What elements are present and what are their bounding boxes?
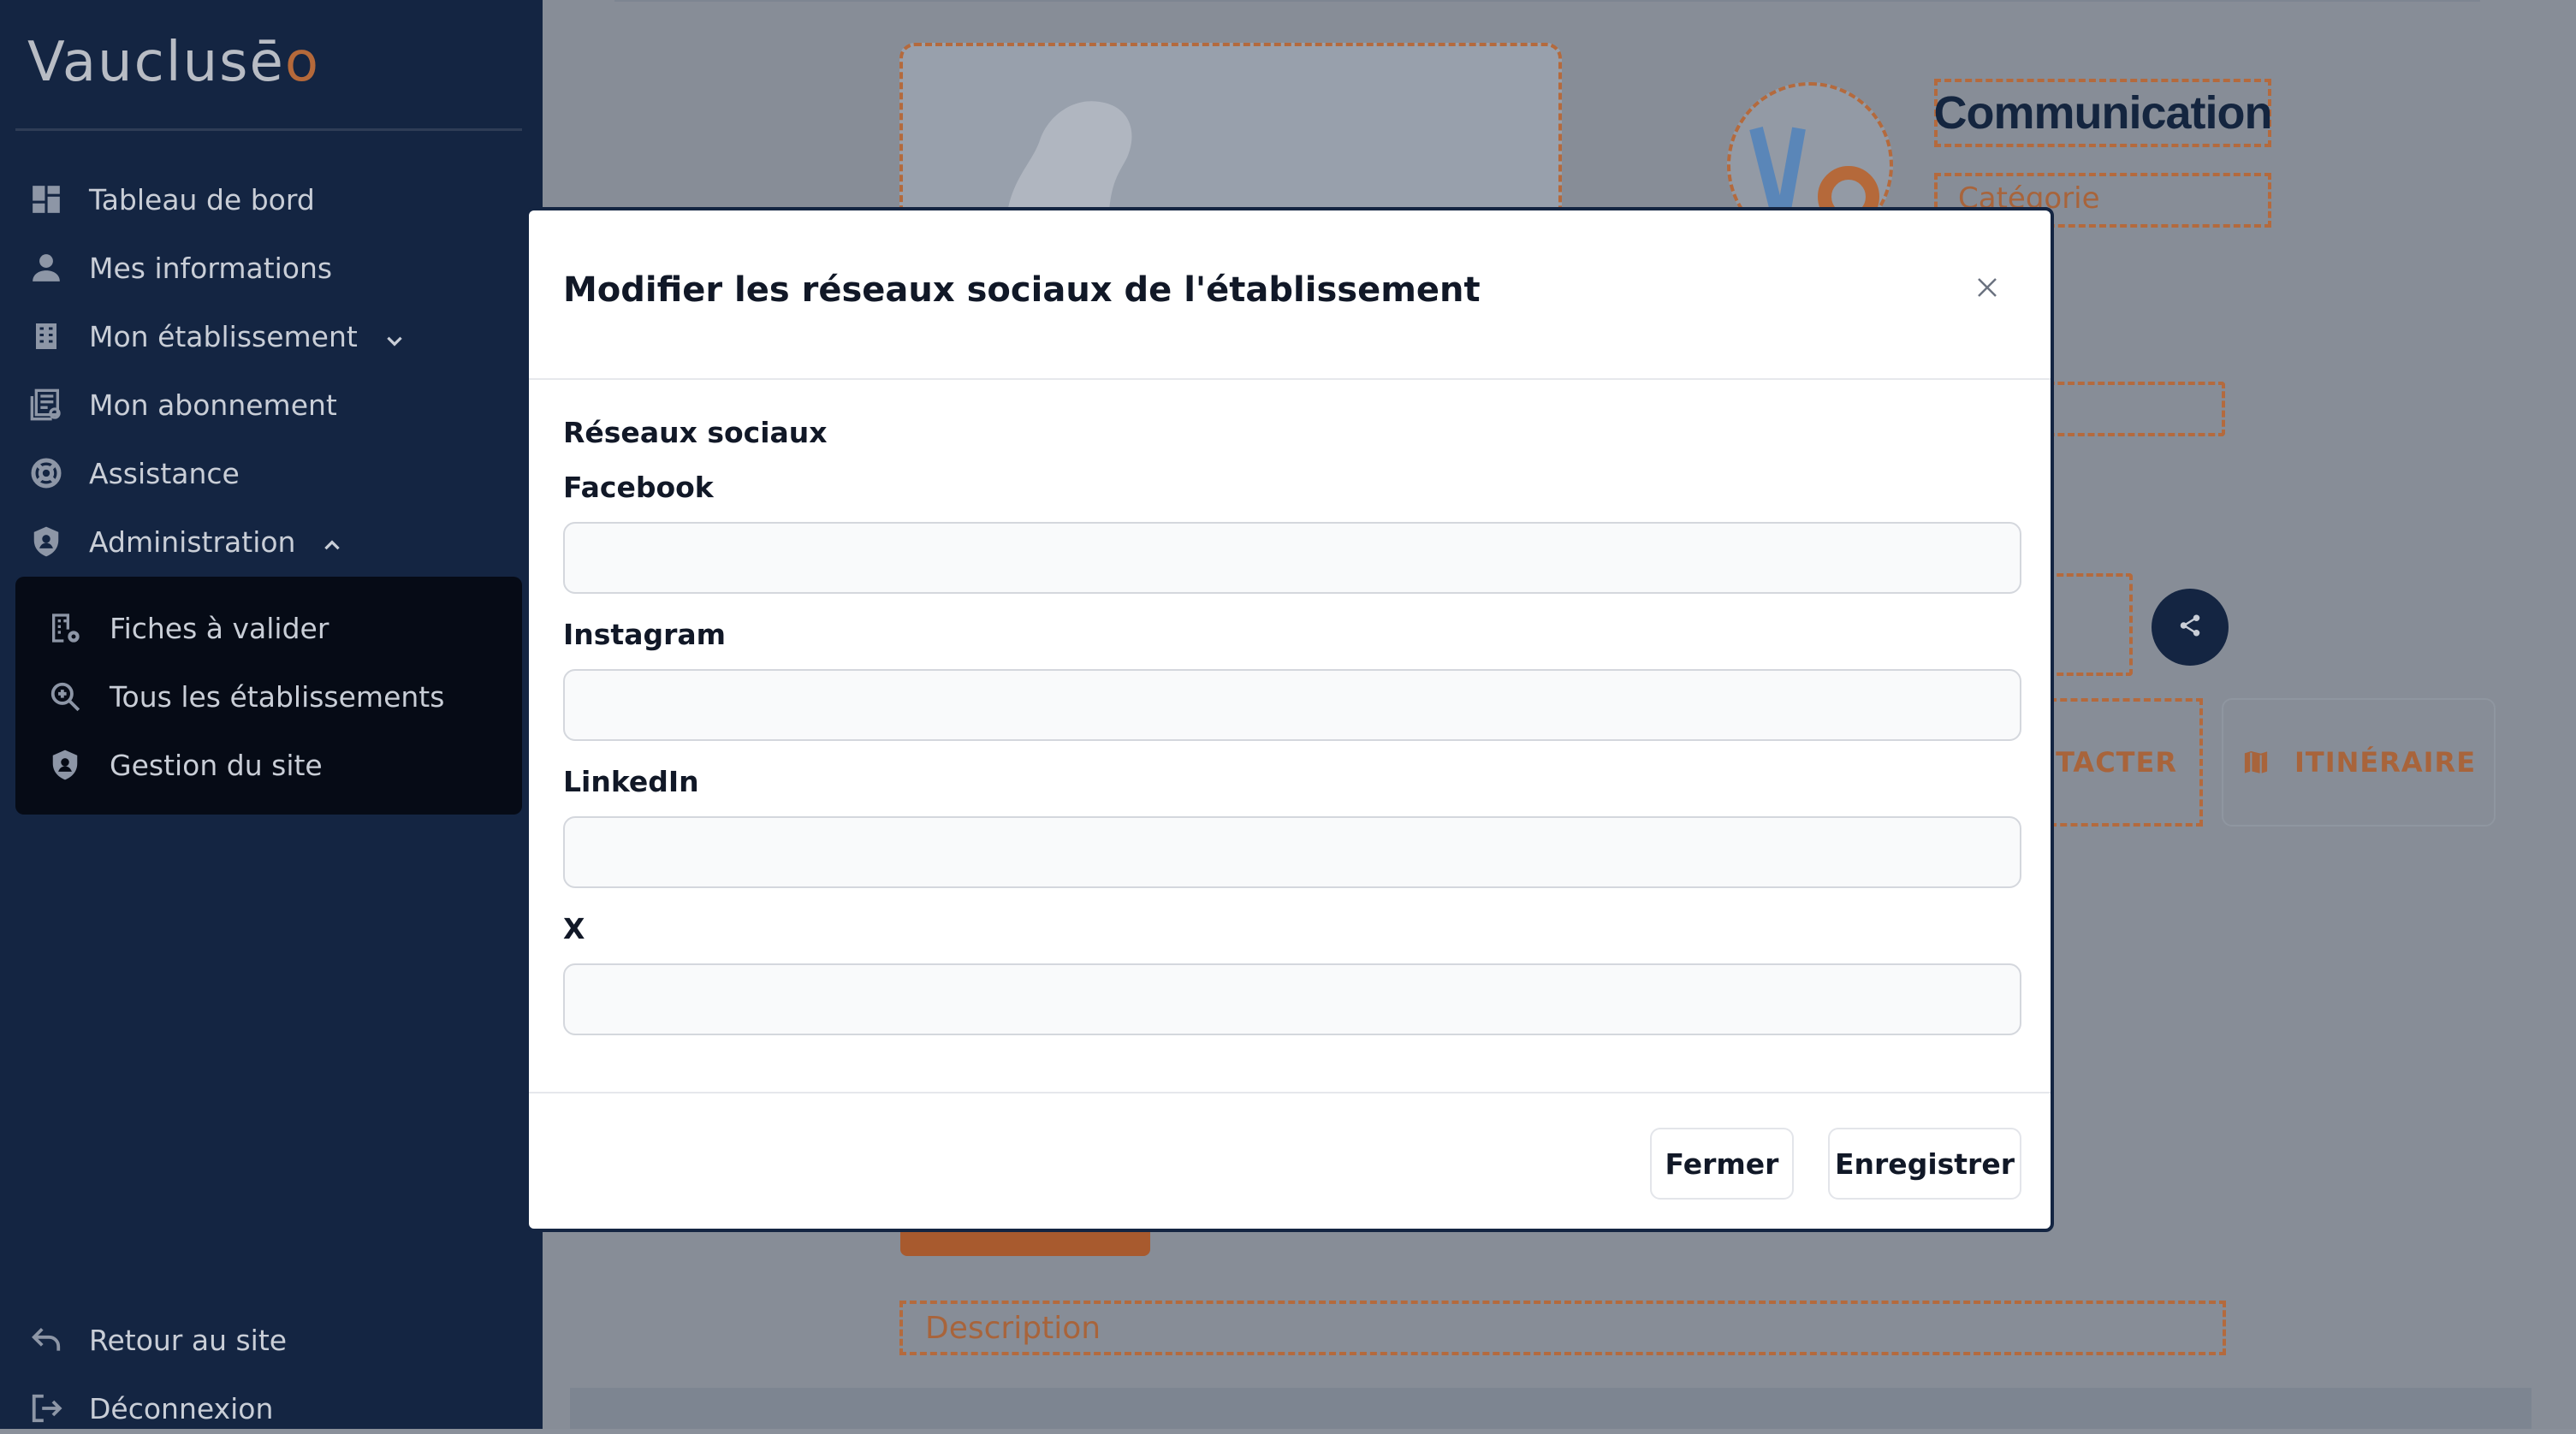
close-button[interactable]: Fermer [1650, 1128, 1794, 1200]
sidebar-item-all-establishments[interactable]: Tous les établissements [46, 671, 444, 722]
share-button[interactable] [2152, 589, 2229, 666]
sidebar-item-label: Gestion du site [110, 748, 323, 782]
modal-title: Modifier les réseaux sociaux de l'établi… [563, 270, 1481, 310]
modal-footer [529, 1092, 2051, 1229]
social-networks-modal: Modifier les réseaux sociaux de l'établi… [525, 207, 2054, 1232]
linkedin-label: LinkedIn [563, 765, 699, 798]
cover-image-placeholder [899, 43, 1562, 234]
logo-accent: o [284, 31, 320, 94]
search-icon [46, 678, 84, 715]
facebook-input[interactable] [563, 522, 2021, 594]
image-placeholder-icon [1006, 101, 1132, 234]
bottom-panel [570, 1388, 2531, 1429]
map-icon [2241, 748, 2270, 777]
sidebar-item-label: Assistance [89, 456, 240, 490]
establishment-name: Communication [1934, 79, 2273, 147]
sidebar: Vauclusē o Tableau de bord Mes informatio… [0, 0, 543, 1429]
brand-logo[interactable]: Vauclusē o [27, 26, 320, 94]
sidebar-item-label: Tous les établissements [110, 679, 445, 714]
close-icon [1974, 275, 2000, 304]
sidebar-item-label: Administration [89, 524, 296, 559]
x-label: X [563, 912, 585, 945]
sidebar-item-label: Déconnexion [89, 1391, 274, 1425]
instagram-label: Instagram [563, 618, 727, 651]
sidebar-divider [15, 128, 522, 131]
instagram-input[interactable] [563, 669, 2021, 741]
itinerary-button[interactable]: ITINÉRAIRE [2222, 698, 2496, 827]
share-icon [2177, 613, 2203, 642]
sidebar-item-assistance[interactable]: Assistance [27, 447, 240, 499]
logout-icon [27, 1390, 65, 1427]
sidebar-item-back-to-site[interactable]: Retour au site [27, 1314, 287, 1366]
modal-close-button[interactable] [1970, 272, 2004, 306]
chevron-down-icon[interactable] [383, 325, 406, 347]
building-gear-icon [46, 609, 84, 647]
sidebar-item-label: Mes informations [89, 251, 333, 285]
lifebuoy-icon [27, 454, 65, 492]
sidebar-item-profile[interactable]: Mes informations [27, 242, 332, 293]
description-field: Description [899, 1301, 2226, 1355]
sidebar-item-establishment[interactable]: Mon établissement [27, 311, 406, 362]
sidebar-item-dashboard[interactable]: Tableau de bord [27, 174, 315, 225]
dashboard-icon [27, 181, 65, 218]
back-arrow-icon [27, 1321, 65, 1359]
sidebar-item-label: Mon établissement [89, 319, 358, 353]
sidebar-item-subscription[interactable]: Mon abonnement [27, 379, 337, 430]
sidebar-item-administration[interactable]: Administration [27, 516, 343, 567]
modal-header: Modifier les réseaux sociaux de l'établi… [529, 210, 2051, 380]
sidebar-item-pending-listings[interactable]: Fiches à valider [46, 602, 329, 654]
section-label: Réseaux sociaux [563, 416, 828, 449]
facebook-label: Facebook [563, 471, 714, 504]
shield-icon [46, 746, 84, 784]
itinerary-label: ITINÉRAIRE [2294, 746, 2477, 779]
building-icon [27, 317, 65, 355]
sidebar-item-site-management[interactable]: Gestion du site [46, 739, 323, 791]
sidebar-item-label: Tableau de bord [89, 182, 315, 216]
linkedin-input[interactable] [563, 816, 2021, 888]
save-button[interactable]: Enregistrer [1828, 1128, 2021, 1200]
shield-icon [27, 523, 65, 560]
user-icon [27, 249, 65, 287]
top-divider [614, 0, 2480, 2]
x-input[interactable] [563, 963, 2021, 1035]
sidebar-item-label: Mon abonnement [89, 388, 337, 422]
subscription-icon [27, 386, 65, 424]
sidebar-item-logout[interactable]: Déconnexion [27, 1383, 273, 1434]
logo-text: Vauclusē [27, 31, 285, 94]
sidebar-item-label: Retour au site [89, 1323, 288, 1357]
chevron-up-icon[interactable] [321, 530, 343, 553]
sidebar-item-label: Fiches à valider [110, 611, 329, 645]
admin-submenu: Fiches à valider Tous les établissements… [15, 577, 522, 815]
